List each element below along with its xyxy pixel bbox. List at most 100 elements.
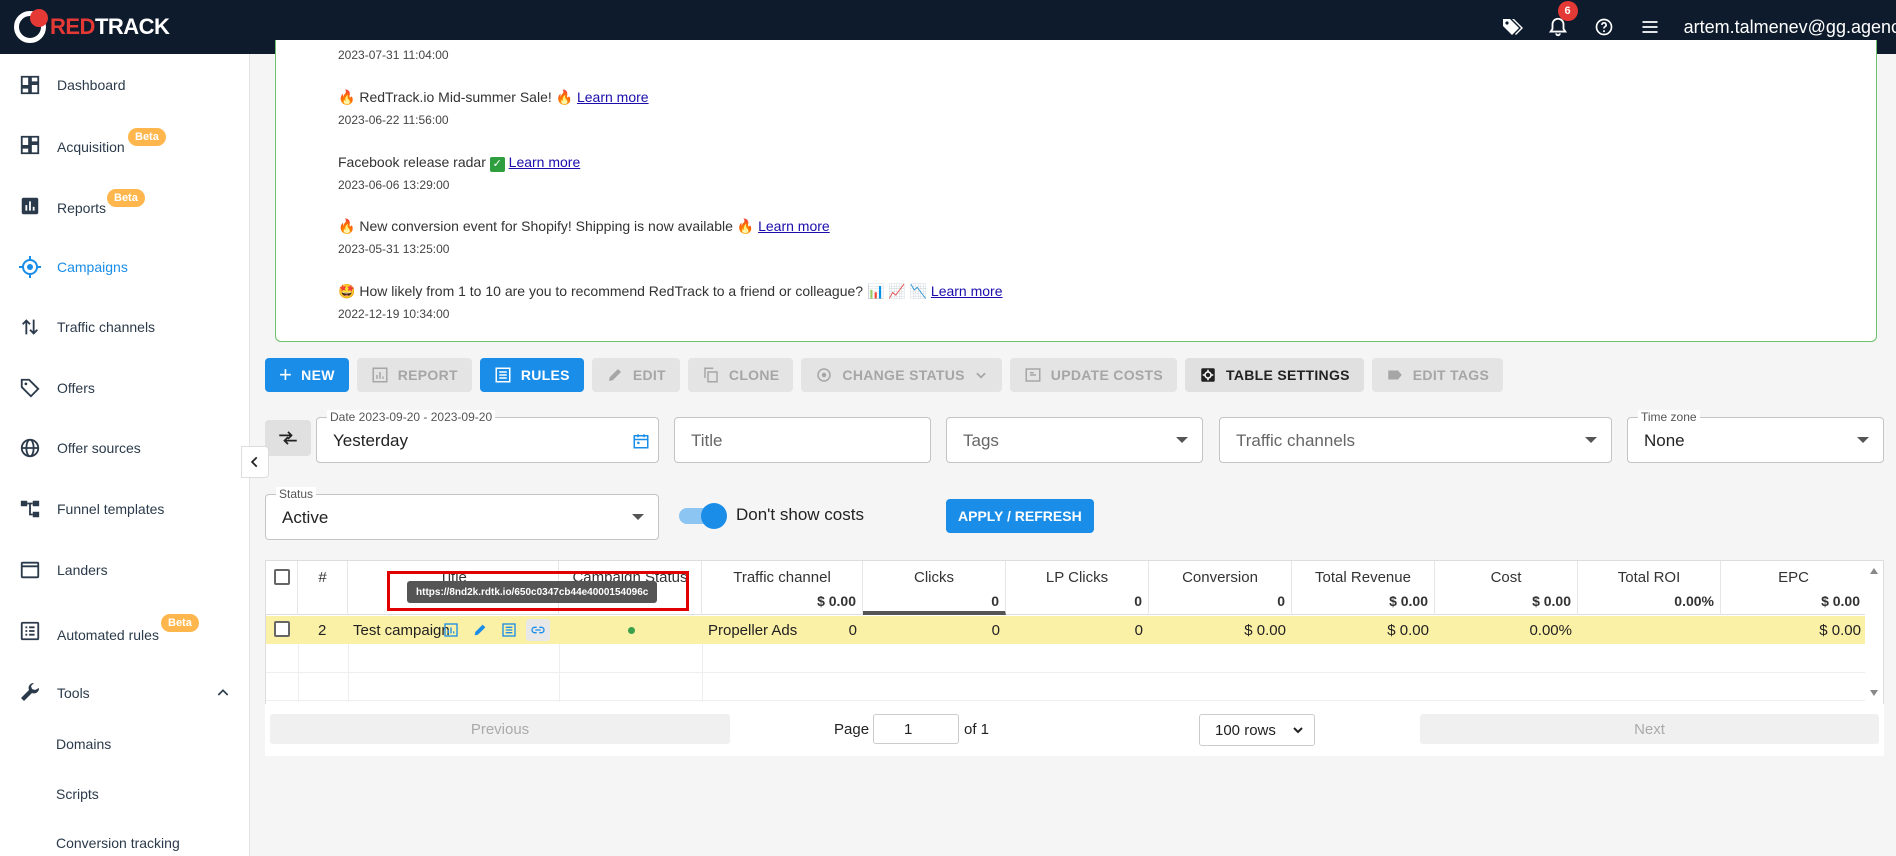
row-title[interactable]: Test campaign xyxy=(353,622,450,639)
sidebar-item-landers[interactable]: Landers xyxy=(0,550,249,590)
sidebar-subitem-scripts[interactable]: Scripts xyxy=(56,786,99,802)
header-lp-clicks[interactable]: LP Clicks 0 xyxy=(1006,561,1149,615)
total-cost: $ 0.00 xyxy=(1532,593,1571,609)
calendar-icon[interactable] xyxy=(632,432,650,450)
traffic-channels-select[interactable]: Traffic channels xyxy=(1219,417,1612,463)
date-range-field[interactable]: Date 2023-09-20 - 2023-09-20 Yesterday xyxy=(316,410,659,463)
apply-refresh-button[interactable]: APPLY / REFRESH xyxy=(946,499,1094,533)
learn-more-link[interactable]: Learn more xyxy=(931,283,1003,299)
report-button[interactable]: REPORT xyxy=(356,358,472,392)
redtrack-logo-icon xyxy=(14,9,48,43)
header-epc[interactable]: EPC $ 0.00 xyxy=(1721,561,1866,615)
header-conversion[interactable]: Conversion 0 xyxy=(1149,561,1292,615)
news-item: 🤩 How likely from 1 to 10 are you to rec… xyxy=(338,283,1003,299)
status-circle-icon xyxy=(817,368,832,382)
sidebar-item-offers[interactable]: Offers xyxy=(0,368,249,408)
help-icon[interactable] xyxy=(1592,15,1616,39)
traffic-arrows-icon xyxy=(18,315,42,339)
rules-list-icon xyxy=(18,619,42,643)
update-costs-button[interactable]: UPDATE COSTS xyxy=(1009,358,1178,392)
dont-show-costs-toggle[interactable] xyxy=(679,503,727,529)
header-clicks[interactable]: Clicks 0 xyxy=(863,561,1006,615)
gear-icon xyxy=(1201,368,1215,382)
sidebar-item-automated-rules[interactable]: Automated rules Beta xyxy=(0,611,249,651)
page-number-input[interactable]: 1 xyxy=(873,714,959,744)
header-total-revenue[interactable]: Total Revenue $ 0.00 xyxy=(1292,561,1435,615)
tags-placeholder: Tags xyxy=(963,431,999,450)
status-select[interactable]: Status Active xyxy=(265,487,659,540)
header-select-all xyxy=(266,561,298,615)
date-range-value: Yesterday xyxy=(333,431,408,450)
news-item: 🔥 New conversion event for Shopify! Ship… xyxy=(338,218,830,234)
campaign-toolbar: + NEW REPORT RULES EDIT CLONE CHANGE STAT… xyxy=(265,358,1504,392)
total-clicks: 0 xyxy=(991,593,999,609)
compare-swap-button[interactable] xyxy=(265,420,311,456)
header-num[interactable]: # xyxy=(298,561,348,615)
change-status-button[interactable]: CHANGE STATUS xyxy=(801,358,1002,392)
learn-more-link[interactable]: Learn more xyxy=(577,89,649,105)
row-cost: $ 0.00 xyxy=(1387,622,1429,639)
row-rules-icon[interactable] xyxy=(501,622,517,643)
tags-icon[interactable] xyxy=(1500,15,1524,39)
learn-more-link[interactable]: Learn more xyxy=(758,218,830,234)
table-settings-button[interactable]: TABLE SETTINGS xyxy=(1185,358,1364,392)
edit-button[interactable]: EDIT xyxy=(591,358,680,392)
sidebar-subitem-conversion-tracking[interactable]: Conversion tracking xyxy=(56,835,180,851)
rows-per-page-select[interactable]: 100 rows xyxy=(1199,714,1315,746)
plus-icon: + xyxy=(279,362,293,387)
sidebar-item-traffic-channels[interactable]: Traffic channels xyxy=(0,307,249,347)
sidebar-item-offer-sources[interactable]: Offer sources xyxy=(0,428,249,468)
news-date: 2023-06-06 13:29:00 xyxy=(338,178,450,192)
sidebar-item-reports[interactable]: Reports Beta xyxy=(0,186,249,226)
select-all-checkbox[interactable] xyxy=(274,569,290,585)
learn-more-link[interactable]: Learn more xyxy=(509,154,581,170)
acquisition-icon xyxy=(18,133,42,157)
scroll-up-arrow-icon[interactable] xyxy=(1869,567,1879,575)
row-link-icon[interactable] xyxy=(526,619,550,641)
sidebar-item-funnel-templates[interactable]: Funnel templates xyxy=(0,489,249,529)
table-vertical-scrollbar[interactable] xyxy=(1865,561,1883,703)
notifications-bell-icon[interactable]: 6 xyxy=(1546,1,1578,39)
sidebar-subitem-domains[interactable]: Domains xyxy=(56,736,111,752)
sidebar-item-dashboard[interactable]: Dashboard xyxy=(0,65,249,105)
column-divider xyxy=(348,644,349,702)
news-item: 🔥 RedTrack.io Mid-summer Sale! 🔥 Learn m… xyxy=(338,89,649,105)
row-checkbox[interactable] xyxy=(274,621,290,637)
row-epc: $ 0.00 xyxy=(1819,622,1861,639)
next-page-button[interactable]: Next xyxy=(1420,714,1879,744)
redtrack-logo[interactable]: REDTRACK xyxy=(14,9,170,43)
sidebar-item-campaigns[interactable]: Campaigns xyxy=(0,247,249,287)
table-row[interactable]: 2 Test campaign Propeller Ads 0 0 0 $ 0.… xyxy=(266,616,1866,644)
sidebar-collapse-button[interactable] xyxy=(241,446,269,478)
rules-button[interactable]: RULES xyxy=(479,358,584,392)
title-search-field[interactable]: Title xyxy=(674,417,931,463)
row-edit-pencil-icon[interactable] xyxy=(472,622,488,643)
sidebar-item-tools[interactable]: Tools xyxy=(0,673,249,713)
sidebar-item-label: Offer sources xyxy=(57,440,141,456)
sidebar-item-label: Tools xyxy=(57,685,90,701)
report-chart-icon xyxy=(372,367,388,383)
chevron-up-icon[interactable] xyxy=(215,685,231,706)
header-traffic-channel[interactable]: Traffic channel $ 0.00 xyxy=(702,561,863,615)
timezone-select[interactable]: Time zone None xyxy=(1627,410,1884,463)
dropdown-arrow-icon xyxy=(1176,437,1188,443)
dont-show-costs-label: Don't show costs xyxy=(736,505,864,524)
new-button[interactable]: + NEW xyxy=(265,358,349,392)
previous-page-button[interactable]: Previous xyxy=(270,714,730,744)
sidebar-item-label: Landers xyxy=(57,562,108,578)
row-report-icon[interactable] xyxy=(443,622,459,643)
sidebar-item-acquisition[interactable]: Acquisition Beta xyxy=(0,125,249,165)
page-count-label: of 1 xyxy=(964,721,990,738)
header-cost[interactable]: Cost $ 0.00 xyxy=(1435,561,1578,615)
clone-button[interactable]: CLONE xyxy=(687,358,794,392)
tags-select[interactable]: Tags xyxy=(946,417,1203,463)
fire-icon: 🔥 xyxy=(555,89,577,105)
wrench-icon xyxy=(18,681,42,705)
user-email[interactable]: artem.talmenev@gg.agenc xyxy=(1684,17,1896,38)
scroll-down-arrow-icon[interactable] xyxy=(1869,689,1879,697)
empty-row-divider xyxy=(266,672,1866,673)
edit-tags-button[interactable]: EDIT TAGS xyxy=(1371,358,1504,392)
menu-icon[interactable] xyxy=(1638,15,1662,39)
date-range-label: Date 2023-09-20 - 2023-09-20 xyxy=(327,410,496,424)
header-total-roi[interactable]: Total ROI 0.00% xyxy=(1578,561,1721,615)
